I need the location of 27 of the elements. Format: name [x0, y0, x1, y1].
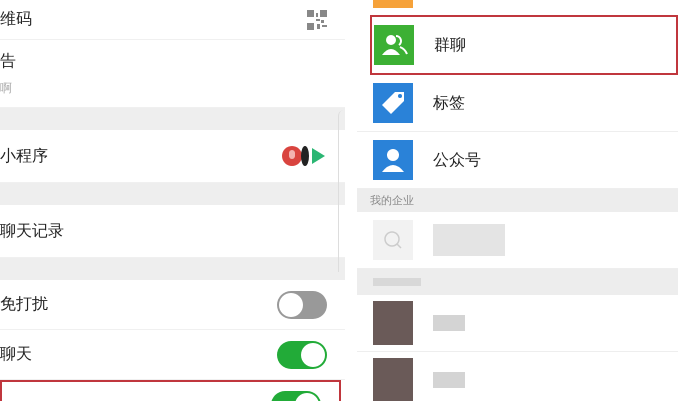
row-label: 告 [0, 50, 16, 72]
search-icon [373, 220, 413, 260]
toggle-switch[interactable] [277, 340, 327, 368]
row-label: 维码 [0, 9, 32, 30]
row-label: 聊天 [0, 344, 32, 365]
contact-icon [373, 0, 413, 8]
person-icon [373, 140, 413, 180]
row-label: 免打扰 [0, 294, 48, 315]
tag-icon [373, 83, 413, 123]
blurred-text [433, 224, 505, 256]
row-label: 小程序 [0, 146, 48, 166]
avatar-placeholder [373, 358, 413, 401]
app-icons [281, 145, 327, 167]
avatar-placeholder [373, 301, 413, 345]
blurred-text [433, 315, 465, 331]
row-label: 聊天记录 [0, 220, 64, 242]
people-icon [374, 25, 414, 65]
row-label: 标签 [433, 92, 465, 114]
row-label: 公众号 [433, 150, 481, 170]
toggle-switch[interactable] [277, 290, 327, 318]
qr-code-icon [307, 10, 327, 30]
row-label: 群聊 [434, 34, 466, 56]
blurred-text [433, 372, 465, 388]
contact-category-row[interactable]: 群聊 [370, 15, 678, 75]
contact-category-row[interactable]: 标签 [357, 75, 678, 132]
row-subtitle: 啊 [0, 80, 13, 96]
section-header: 我的企业 [357, 189, 678, 212]
